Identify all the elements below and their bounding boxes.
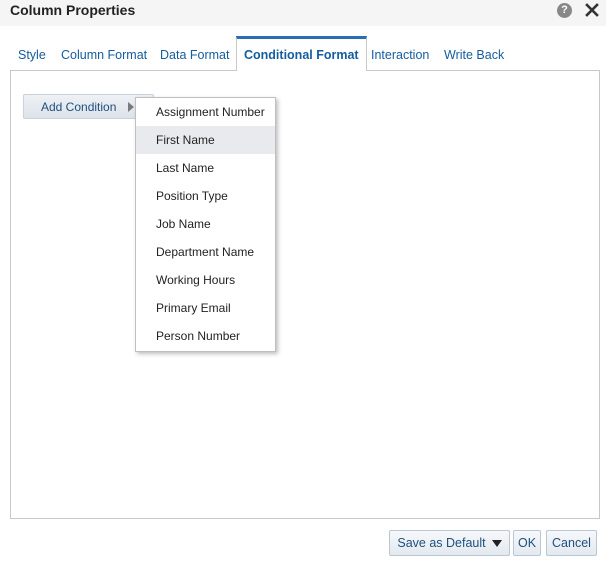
tab-bar: Style Column Format Data Format Conditio… (10, 36, 600, 71)
menu-item-working-hours[interactable]: Working Hours (136, 266, 275, 294)
help-icon[interactable]: ? (557, 3, 572, 18)
menu-item-first-name[interactable]: First Name (136, 126, 275, 154)
tab-write-back[interactable]: Write Back (444, 36, 504, 70)
save-as-default-label: Save as Default (397, 536, 486, 550)
save-as-default-button[interactable]: Save as Default (389, 530, 510, 556)
menu-item-assignment-number[interactable]: Assignment Number (136, 98, 275, 126)
close-icon[interactable] (584, 1, 600, 19)
cancel-button[interactable]: Cancel (546, 530, 597, 556)
tab-style[interactable]: Style (18, 36, 46, 70)
menu-item-department-name[interactable]: Department Name (136, 238, 275, 266)
menu-item-primary-email[interactable]: Primary Email (136, 294, 275, 322)
tab-column-format[interactable]: Column Format (61, 36, 147, 70)
add-condition-label: Add Condition (41, 100, 117, 114)
arrow-right-icon (128, 102, 134, 112)
dropdown-caret-icon (491, 540, 502, 548)
menu-item-person-number[interactable]: Person Number (136, 322, 275, 350)
dialog-titlebar: Column Properties ? (0, 0, 606, 26)
column-properties-dialog: Column Properties ? Style Column Format … (0, 0, 606, 562)
add-condition-menu: Assignment Number First Name Last Name P… (135, 97, 276, 352)
menu-item-job-name[interactable]: Job Name (136, 210, 275, 238)
tab-conditional-format[interactable]: Conditional Format (236, 36, 367, 71)
menu-item-last-name[interactable]: Last Name (136, 154, 275, 182)
tab-data-format[interactable]: Data Format (160, 36, 229, 70)
conditional-format-panel (10, 70, 600, 519)
menu-item-position-type[interactable]: Position Type (136, 182, 275, 210)
dialog-title: Column Properties (10, 2, 136, 18)
tab-interaction[interactable]: Interaction (371, 36, 429, 70)
ok-button[interactable]: OK (513, 530, 541, 556)
